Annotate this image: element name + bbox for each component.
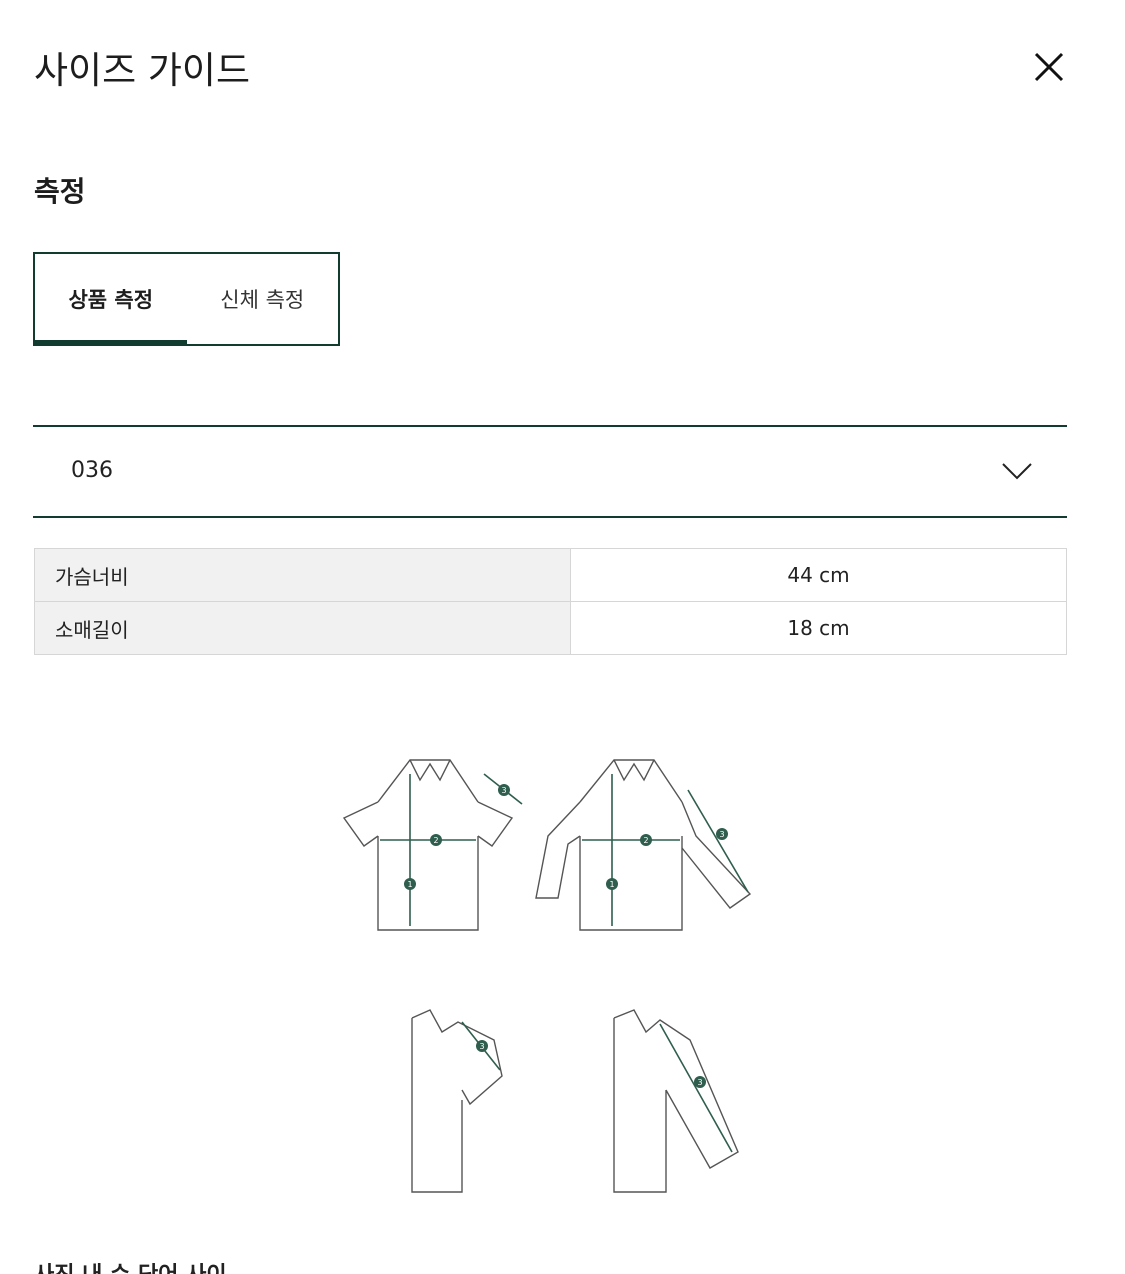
marker-label: 3 (501, 786, 506, 795)
marker-label: 2 (643, 836, 648, 845)
marker-label: 3 (719, 830, 724, 839)
measurement-value: 18 cm (570, 601, 1067, 655)
size-select[interactable]: 036 (33, 425, 1067, 518)
measurement-label: 소매길이 (34, 601, 571, 655)
measurement-diagram: 1 2 3 1 2 3 3 3 (342, 759, 752, 1193)
section-title: 측정 (34, 175, 86, 208)
marker-label: 1 (407, 880, 412, 889)
measurement-table: 가슴너비 44 cm 소매길이 18 cm (34, 548, 1067, 655)
chevron-down-icon (1002, 463, 1032, 480)
marker-label: 3 (697, 1078, 702, 1087)
measure-tabs: 상품 측정 신체 측정 (33, 252, 340, 346)
size-select-value: 036 (71, 458, 113, 483)
marker-label: 1 (609, 880, 614, 889)
tab-body-measure[interactable]: 신체 측정 (187, 254, 339, 344)
marker-label: 2 (433, 836, 438, 845)
close-button[interactable] (1026, 44, 1072, 90)
partial-footer-text: 사진 내 수 단어 사이 (34, 1262, 227, 1274)
table-row: 소매길이 18 cm (34, 601, 1067, 655)
measurement-label: 가슴너비 (34, 548, 571, 602)
measurement-value: 44 cm (570, 548, 1067, 602)
page-title: 사이즈 가이드 (34, 49, 251, 92)
marker-label: 3 (479, 1042, 484, 1051)
tab-product-measure[interactable]: 상품 측정 (33, 254, 187, 346)
close-icon[interactable] (1026, 44, 1072, 90)
table-row: 가슴너비 44 cm (34, 548, 1067, 602)
